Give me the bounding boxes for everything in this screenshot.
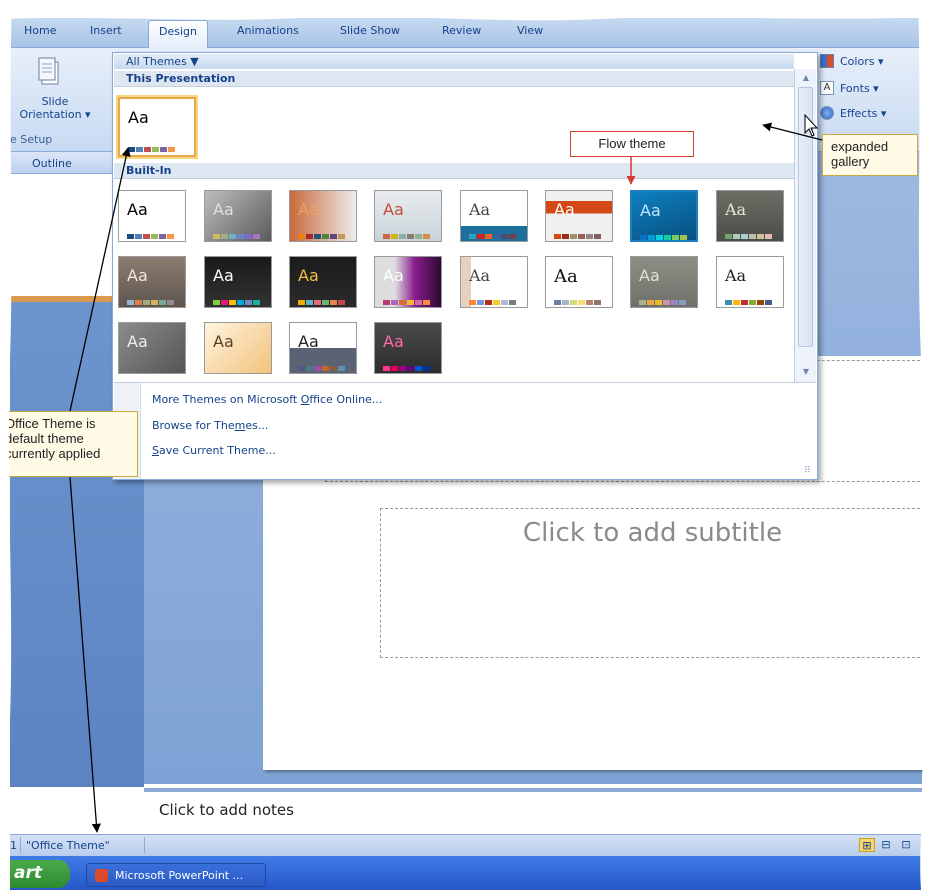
callout-leader-lines [69,113,823,833]
screenshot: Home Insert Design Animations Slide Show… [0,0,928,890]
